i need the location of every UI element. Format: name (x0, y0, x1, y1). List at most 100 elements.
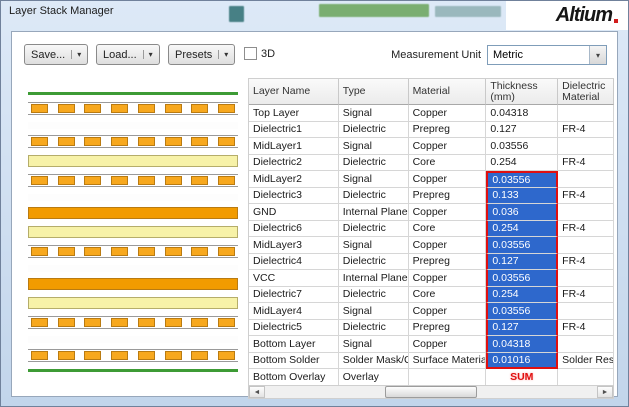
material-cell[interactable]: Surface Material (409, 353, 487, 370)
material-cell[interactable]: Copper (409, 105, 487, 122)
layer-name-cell[interactable]: Bottom Layer (249, 336, 339, 353)
window-titlebar[interactable]: Layer Stack Manager Altium (1, 1, 628, 31)
save-dropdown-arrow-icon[interactable]: ▾ (71, 50, 81, 59)
type-cell[interactable]: Signal (339, 171, 409, 188)
material-cell[interactable]: Copper (409, 303, 487, 320)
dielectric-material-cell[interactable]: FR-4 (558, 287, 614, 304)
material-cell[interactable]: Copper (409, 270, 487, 287)
dielectric-material-cell[interactable] (558, 237, 614, 254)
table-row[interactable]: Dielectric7DielectricCore0.254FR-4 (249, 287, 614, 304)
dielectric-material-cell[interactable] (558, 303, 614, 320)
thickness-cell[interactable]: 0.133 (486, 188, 558, 205)
thickness-cell[interactable]: 0.127 (486, 320, 558, 337)
type-cell[interactable]: Dielectric (339, 254, 409, 271)
scroll-left-arrow-icon[interactable]: ◄ (249, 386, 265, 398)
type-cell[interactable]: Signal (339, 237, 409, 254)
table-row[interactable]: Top LayerSignalCopper0.04318 (249, 105, 614, 122)
table-row[interactable]: Bottom OverlayOverlaySUM (249, 369, 614, 386)
table-row[interactable]: Dielectric6DielectricCore0.254FR-4 (249, 221, 614, 238)
save-button[interactable]: Save... ▾ (24, 44, 88, 65)
thickness-cell[interactable]: 0.03556 (486, 138, 558, 155)
measurement-unit-select[interactable]: Metric ▾ (487, 45, 607, 65)
material-cell[interactable]: Core (409, 155, 487, 172)
type-cell[interactable]: Dielectric (339, 320, 409, 337)
table-row[interactable]: Dielectric2DielectricCore0.254FR-4 (249, 155, 614, 172)
dielectric-material-cell[interactable]: FR-4 (558, 122, 614, 139)
scroll-right-arrow-icon[interactable]: ► (597, 386, 613, 398)
table-row[interactable]: VCCInternal PlaneCopper0.03556 (249, 270, 614, 287)
column-header[interactable]: Dielectric Material (558, 79, 614, 105)
dielectric-material-cell[interactable]: FR-4 (558, 221, 614, 238)
layer-name-cell[interactable]: MidLayer4 (249, 303, 339, 320)
material-cell[interactable]: Core (409, 221, 487, 238)
type-cell[interactable]: Dielectric (339, 188, 409, 205)
type-cell[interactable]: Signal (339, 105, 409, 122)
layer-name-cell[interactable]: Dielectric2 (249, 155, 339, 172)
type-cell[interactable]: Solder Mask/Co... (339, 353, 409, 370)
presets-dropdown-arrow-icon[interactable]: ▾ (218, 50, 228, 59)
layer-name-cell[interactable]: Dielectric3 (249, 188, 339, 205)
type-cell[interactable]: Signal (339, 336, 409, 353)
thickness-cell[interactable]: 0.03556 (486, 171, 558, 188)
load-button[interactable]: Load... ▾ (96, 44, 160, 65)
table-row[interactable]: MidLayer2SignalCopper0.03556 (249, 171, 614, 188)
table-row[interactable]: Bottom SolderSolder Mask/Co...Surface Ma… (249, 353, 614, 370)
material-cell[interactable]: Copper (409, 237, 487, 254)
dielectric-material-cell[interactable] (558, 204, 614, 221)
thickness-cell[interactable]: 0.04318 (486, 336, 558, 353)
thickness-cell[interactable]: 0.03556 (486, 237, 558, 254)
thickness-cell[interactable]: 0.254 (486, 155, 558, 172)
layer-name-cell[interactable]: Dielectric6 (249, 221, 339, 238)
layer-name-cell[interactable]: MidLayer3 (249, 237, 339, 254)
horizontal-scrollbar[interactable]: ◄ ► (248, 385, 614, 399)
type-cell[interactable]: Dielectric (339, 287, 409, 304)
thickness-cell[interactable]: 0.127 (486, 122, 558, 139)
type-cell[interactable]: Internal Plane (339, 204, 409, 221)
type-cell[interactable]: Internal Plane (339, 270, 409, 287)
column-header[interactable]: Thickness (mm) (486, 79, 558, 105)
dielectric-material-cell[interactable] (558, 336, 614, 353)
table-row[interactable]: MidLayer4SignalCopper0.03556 (249, 303, 614, 320)
table-row[interactable]: Dielectric3DielectricPrepreg0.133FR-4 (249, 188, 614, 205)
layer-name-cell[interactable]: GND (249, 204, 339, 221)
presets-button[interactable]: Presets ▾ (168, 44, 235, 65)
table-row[interactable]: Dielectric4DielectricPrepreg0.127FR-4 (249, 254, 614, 271)
3d-checkbox[interactable]: 3D (244, 47, 275, 60)
layer-name-cell[interactable]: Top Layer (249, 105, 339, 122)
layer-name-cell[interactable]: Bottom Solder (249, 353, 339, 370)
thickness-cell[interactable]: 0.03556 (486, 270, 558, 287)
thickness-cell[interactable]: 0.03556 (486, 303, 558, 320)
load-dropdown-arrow-icon[interactable]: ▾ (143, 50, 153, 59)
dielectric-material-cell[interactable]: FR-4 (558, 254, 614, 271)
layer-name-cell[interactable]: Bottom Overlay (249, 369, 339, 386)
layer-name-cell[interactable]: Dielectric1 (249, 122, 339, 139)
material-cell[interactable]: Prepreg (409, 254, 487, 271)
chevron-down-icon[interactable]: ▾ (589, 46, 606, 64)
layer-name-cell[interactable]: Dielectric5 (249, 320, 339, 337)
table-row[interactable]: GNDInternal PlaneCopper0.036 (249, 204, 614, 221)
type-cell[interactable]: Dielectric (339, 155, 409, 172)
dielectric-material-cell[interactable] (558, 171, 614, 188)
scrollbar-track[interactable] (265, 386, 597, 398)
table-row[interactable]: Dielectric1DielectricPrepreg0.127FR-4 (249, 122, 614, 139)
dielectric-material-cell[interactable] (558, 270, 614, 287)
column-header[interactable]: Layer Name (249, 79, 339, 105)
dielectric-material-cell[interactable]: Solder Resist (558, 353, 614, 370)
thickness-cell[interactable]: 0.254 (486, 287, 558, 304)
column-header[interactable]: Material (409, 79, 487, 105)
dielectric-material-cell[interactable] (558, 369, 614, 386)
dielectric-material-cell[interactable]: FR-4 (558, 188, 614, 205)
3d-checkbox-box[interactable] (244, 47, 257, 60)
material-cell[interactable]: Core (409, 287, 487, 304)
thickness-cell[interactable]: 0.01016 (486, 353, 558, 370)
table-row[interactable]: MidLayer3SignalCopper0.03556 (249, 237, 614, 254)
material-cell[interactable]: Copper (409, 138, 487, 155)
thickness-cell[interactable]: 0.127 (486, 254, 558, 271)
column-header[interactable]: Type (339, 79, 409, 105)
scrollbar-thumb[interactable] (385, 386, 478, 398)
layer-name-cell[interactable]: VCC (249, 270, 339, 287)
thickness-cell[interactable]: 0.254 (486, 221, 558, 238)
type-cell[interactable]: Overlay (339, 369, 409, 386)
layer-name-cell[interactable]: Dielectric4 (249, 254, 339, 271)
material-cell[interactable]: Prepreg (409, 320, 487, 337)
